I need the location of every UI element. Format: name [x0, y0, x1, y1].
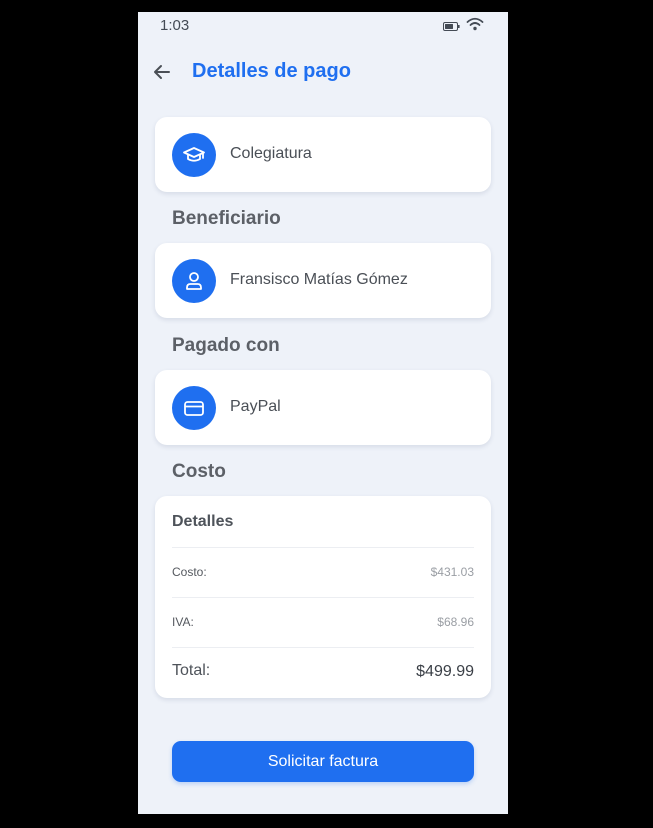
user-icon: [186, 272, 202, 290]
graduation-cap-icon: [183, 147, 205, 162]
divider: [172, 647, 474, 648]
concept-card[interactable]: Colegiatura: [155, 117, 491, 192]
divider: [172, 597, 474, 598]
cost-section-title: Costo: [172, 461, 226, 482]
cost-card-title: Detalles: [172, 513, 234, 530]
payment-method-card[interactable]: PayPal: [155, 370, 491, 445]
request-invoice-button[interactable]: Solicitar factura: [172, 741, 474, 782]
credit-card-icon: [184, 401, 204, 416]
beneficiary-card[interactable]: Fransisco Matías Gómez: [155, 243, 491, 318]
cost-row-label: Costo:: [172, 565, 207, 579]
status-bar: 1:03: [138, 12, 508, 40]
total-value: $499.99: [416, 663, 474, 680]
cost-details-card: Detalles Costo: $431.03 IVA: $68.96 Tota…: [155, 496, 491, 698]
payment-section-title: Pagado con: [172, 335, 280, 356]
beneficiary-icon-badge: [172, 259, 216, 303]
payment-method-label: PayPal: [230, 398, 281, 415]
page-title: Detalles de pago: [192, 60, 351, 82]
concept-icon-badge: [172, 133, 216, 177]
total-label: Total:: [172, 662, 211, 679]
arrow-left-icon[interactable]: [150, 60, 174, 84]
status-time: 1:03: [160, 17, 190, 34]
header: Detalles de pago: [138, 52, 508, 92]
beneficiary-name: Fransisco Matías Gómez: [230, 271, 408, 288]
iva-row-value: $68.96: [437, 615, 474, 629]
beneficiary-section-title: Beneficiario: [172, 208, 281, 229]
divider: [172, 547, 474, 548]
wifi-icon: [466, 17, 484, 31]
concept-label: Colegiatura: [230, 145, 312, 162]
cost-row-value: $431.03: [430, 565, 474, 579]
battery-icon: [443, 22, 460, 31]
phone-screen: 1:03 Detalles de pago Colegiatura Benefi…: [138, 12, 508, 814]
payment-icon-badge: [172, 386, 216, 430]
iva-row-label: IVA:: [172, 615, 194, 629]
